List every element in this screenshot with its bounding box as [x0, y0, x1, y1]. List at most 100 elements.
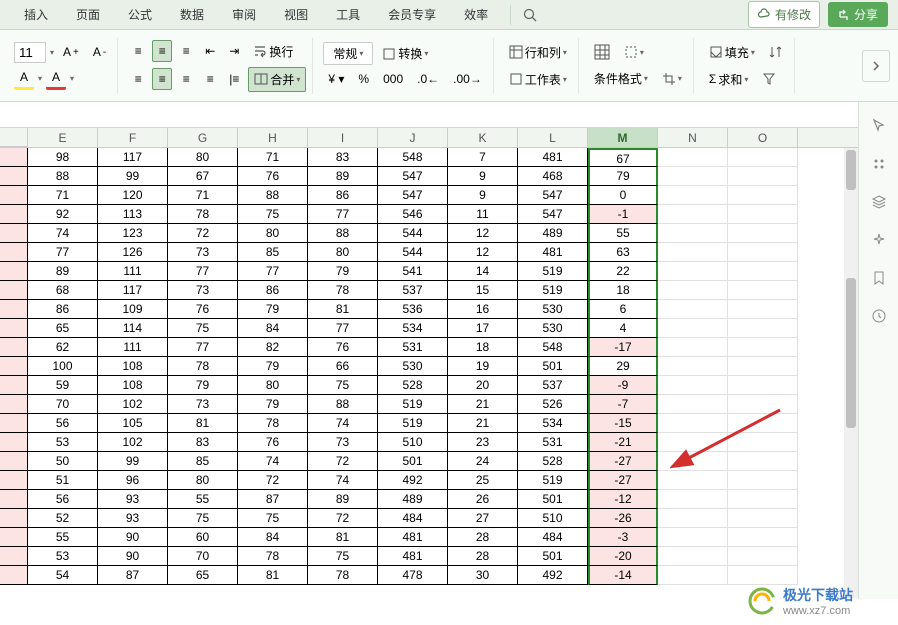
cell[interactable]: 81: [308, 300, 378, 319]
cell[interactable]: 0: [588, 186, 658, 205]
cell[interactable]: 55: [168, 490, 238, 509]
cell[interactable]: 86: [28, 300, 98, 319]
thousands-button[interactable]: 000: [378, 69, 408, 89]
cell[interactable]: 83: [168, 433, 238, 452]
select-all-corner[interactable]: [0, 128, 28, 147]
cell[interactable]: 63: [588, 243, 658, 262]
cell[interactable]: 53: [28, 547, 98, 566]
cell[interactable]: 536: [378, 300, 448, 319]
tab-tools[interactable]: 工具: [322, 0, 374, 29]
cell[interactable]: 30: [448, 566, 518, 585]
cell[interactable]: 75: [238, 205, 308, 224]
cell-empty[interactable]: [728, 186, 798, 205]
row-header[interactable]: [0, 547, 28, 566]
cell[interactable]: 86: [308, 186, 378, 205]
align-right-button[interactable]: ≡: [176, 69, 196, 89]
align-left-button[interactable]: ≡: [128, 69, 148, 89]
cell[interactable]: 530: [518, 300, 588, 319]
cell[interactable]: 478: [378, 566, 448, 585]
cell[interactable]: 87: [238, 490, 308, 509]
cell[interactable]: 92: [28, 205, 98, 224]
cell[interactable]: -17: [588, 338, 658, 357]
cell[interactable]: 76: [238, 433, 308, 452]
cell[interactable]: 100: [28, 357, 98, 376]
borders-button[interactable]: ▾: [619, 42, 649, 62]
column-header-o[interactable]: O: [728, 128, 798, 147]
column-header-l[interactable]: L: [518, 128, 588, 147]
cell[interactable]: 7: [448, 148, 518, 167]
cell[interactable]: 67: [588, 148, 658, 167]
cell[interactable]: 484: [378, 509, 448, 528]
cell[interactable]: 60: [168, 528, 238, 547]
cell[interactable]: 80: [308, 243, 378, 262]
cell[interactable]: 70: [168, 547, 238, 566]
cell[interactable]: 117: [98, 281, 168, 300]
cell[interactable]: 71: [238, 148, 308, 167]
merge-cells-button[interactable]: 合并 ▾: [248, 67, 306, 92]
cell[interactable]: 72: [168, 224, 238, 243]
align-center-button[interactable]: ≡: [152, 68, 172, 90]
currency-button[interactable]: ¥ ▾: [323, 69, 349, 89]
cell[interactable]: 71: [28, 186, 98, 205]
tab-member[interactable]: 会员专享: [374, 0, 450, 29]
cell[interactable]: 21: [448, 395, 518, 414]
cell[interactable]: 72: [308, 452, 378, 471]
row-header[interactable]: [0, 414, 28, 433]
cell[interactable]: -21: [588, 433, 658, 452]
cell[interactable]: 537: [518, 376, 588, 395]
cell[interactable]: 468: [518, 167, 588, 186]
cell[interactable]: 80: [238, 376, 308, 395]
align-middle-button[interactable]: ≡: [152, 40, 172, 62]
filter-button[interactable]: [757, 69, 781, 89]
cell[interactable]: 93: [98, 509, 168, 528]
cell-empty[interactable]: [728, 224, 798, 243]
cell[interactable]: 108: [98, 357, 168, 376]
cell[interactable]: 85: [168, 452, 238, 471]
table-style-button[interactable]: [589, 41, 615, 63]
cell[interactable]: 88: [308, 395, 378, 414]
cell-empty[interactable]: [658, 167, 728, 186]
cell-empty[interactable]: [728, 395, 798, 414]
cell-empty[interactable]: [728, 471, 798, 490]
cell[interactable]: 71: [168, 186, 238, 205]
cell[interactable]: -14: [588, 566, 658, 585]
row-header[interactable]: [0, 452, 28, 471]
cell[interactable]: 82: [238, 338, 308, 357]
cell[interactable]: 17: [448, 319, 518, 338]
cell[interactable]: 75: [308, 376, 378, 395]
font-size-input[interactable]: [14, 42, 46, 63]
row-header[interactable]: [0, 243, 28, 262]
cell-empty[interactable]: [658, 528, 728, 547]
cell[interactable]: 99: [98, 452, 168, 471]
cell[interactable]: 27: [448, 509, 518, 528]
cell[interactable]: 81: [238, 566, 308, 585]
cell[interactable]: 547: [378, 167, 448, 186]
cell[interactable]: 29: [588, 357, 658, 376]
cell[interactable]: 67: [168, 167, 238, 186]
cell-empty[interactable]: [728, 243, 798, 262]
cell[interactable]: 72: [238, 471, 308, 490]
cell-empty[interactable]: [658, 471, 728, 490]
formula-bar[interactable]: [0, 102, 898, 128]
cell[interactable]: 56: [28, 414, 98, 433]
cell[interactable]: 28: [448, 528, 518, 547]
cell-empty[interactable]: [658, 452, 728, 471]
wrap-text-button[interactable]: 换行: [248, 40, 298, 63]
cell[interactable]: 4: [588, 319, 658, 338]
cell[interactable]: 81: [168, 414, 238, 433]
cell[interactable]: 18: [588, 281, 658, 300]
cell[interactable]: 11: [448, 205, 518, 224]
cell[interactable]: 28: [448, 547, 518, 566]
rtl-button[interactable]: |≡: [224, 69, 244, 89]
row-header[interactable]: [0, 490, 28, 509]
cell[interactable]: 79: [238, 300, 308, 319]
cell[interactable]: 77: [308, 319, 378, 338]
row-header[interactable]: [0, 281, 28, 300]
cell-empty[interactable]: [728, 566, 798, 585]
cell[interactable]: -27: [588, 471, 658, 490]
cell[interactable]: 120: [98, 186, 168, 205]
tab-page[interactable]: 页面: [62, 0, 114, 29]
cell[interactable]: 75: [308, 547, 378, 566]
cell[interactable]: 20: [448, 376, 518, 395]
cell[interactable]: 87: [98, 566, 168, 585]
